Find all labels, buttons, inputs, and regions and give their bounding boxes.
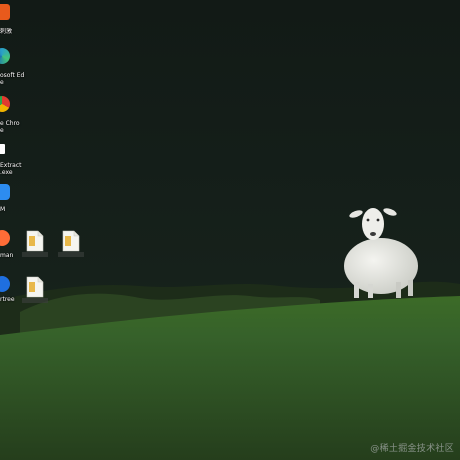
shortcut-label: e Chro e [0,120,20,134]
desktop-file-2[interactable] [58,230,84,257]
postman-icon [0,230,10,246]
sourcetree-icon [0,276,10,292]
file-label [22,252,48,257]
file-label [22,298,48,303]
chrome-icon [0,96,10,112]
file-label [58,252,84,257]
document-file-icon [26,230,44,252]
extractor-icon [0,144,5,154]
shortcut-label: M [0,206,6,213]
media-app-icon [0,4,10,20]
shortcut-label: osoft Ed e [0,72,25,86]
chat-app-icon [0,184,10,200]
desktop-file-1[interactable] [22,230,48,257]
shortcut-label: 刺激 [0,28,13,35]
shortcut-label: Extract .exe [0,162,22,176]
edge-icon [0,48,10,64]
watermark-text: @稀土掘金技术社区 [370,444,454,454]
document-file-icon [62,230,80,252]
desktop-file-3[interactable] [22,276,48,303]
document-file-icon [26,276,44,298]
